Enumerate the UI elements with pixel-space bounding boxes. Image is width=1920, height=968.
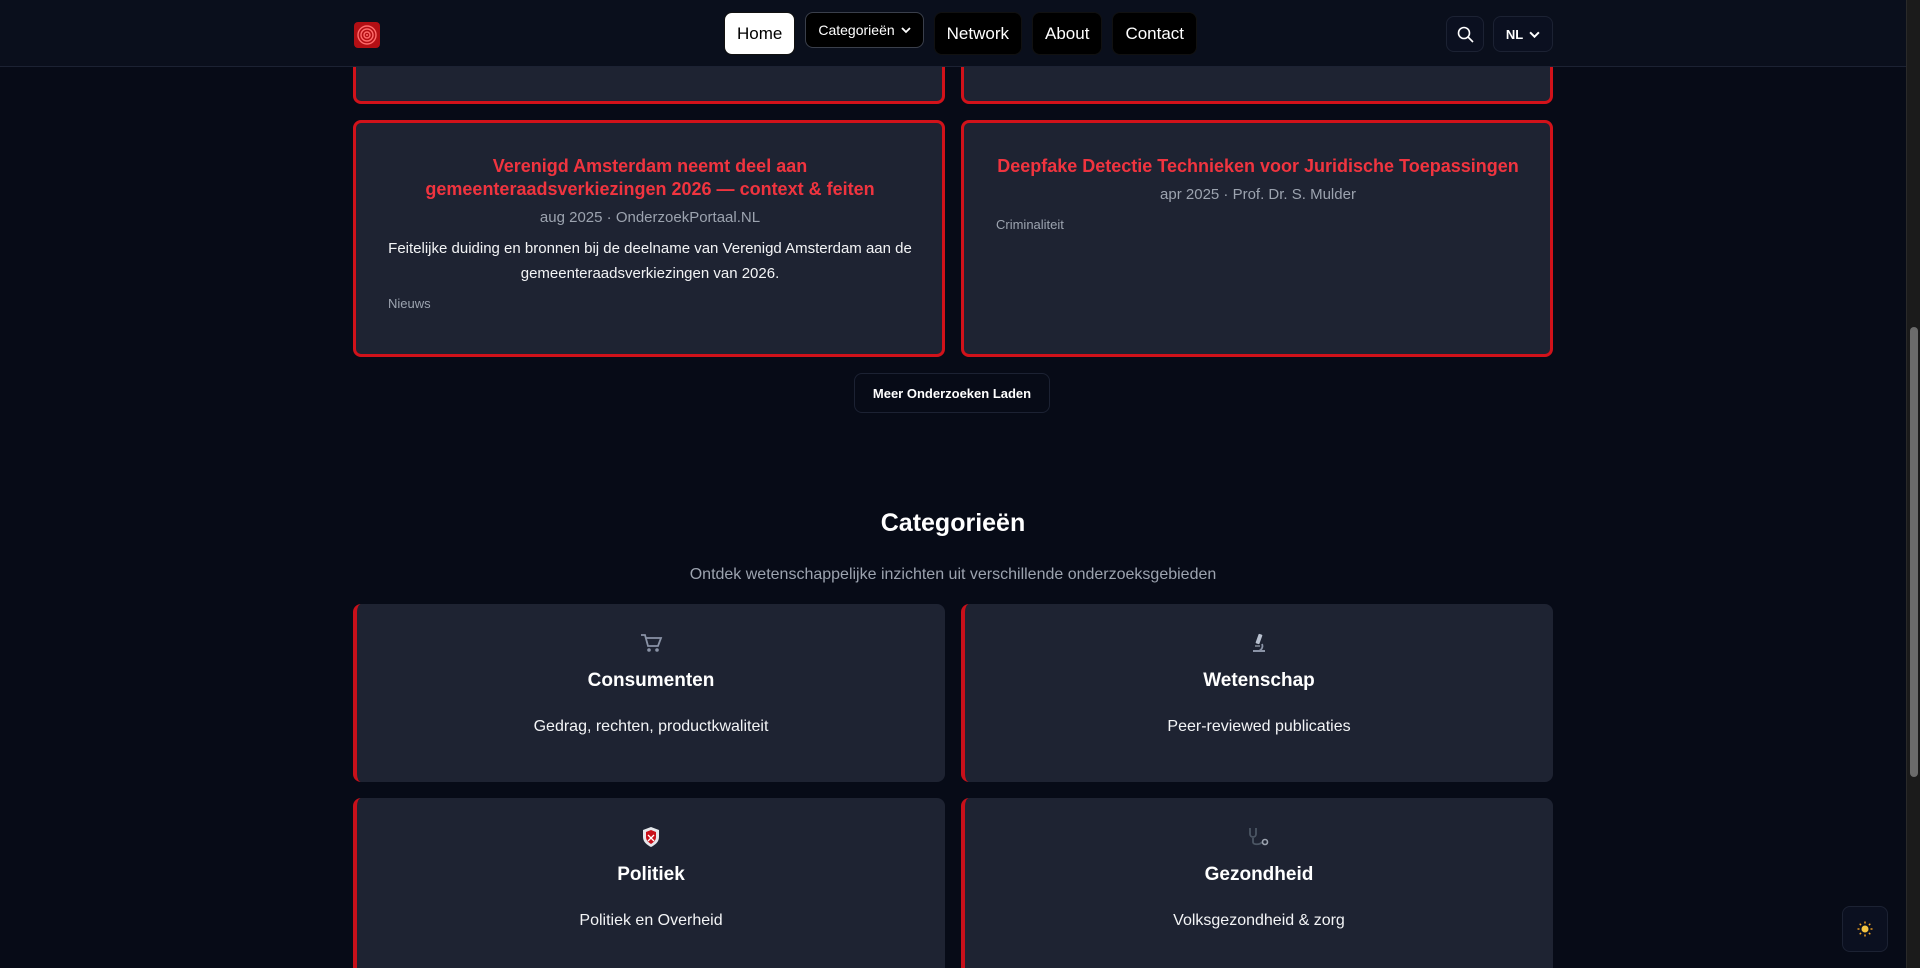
article-description: Feitelijke duiding en bronnen bij de dee…	[388, 240, 912, 282]
nav-categories-dropdown[interactable]: Categorieën	[805, 12, 924, 48]
chevron-down-icon	[901, 27, 911, 34]
load-more-button[interactable]: Meer Onderzoeken Laden	[854, 373, 1050, 413]
nav-network[interactable]: Network	[933, 12, 1022, 55]
category-title: Consumenten	[587, 670, 715, 691]
page-scrollbar[interactable]	[1906, 0, 1920, 968]
language-selector[interactable]: NL	[1493, 16, 1553, 52]
category-card-consumenten[interactable]: Consumenten Gedrag, rechten, productkwal…	[353, 604, 945, 782]
article-card[interactable]: Deepfake Detectie Technieken voor Juridi…	[961, 120, 1553, 357]
cart-icon	[357, 632, 945, 658]
article-meta: apr 2025 · Prof. Dr. S. Mulder	[1160, 186, 1356, 203]
article-title[interactable]: Verenigd Amsterdam neemt deel aan gemeen…	[388, 155, 912, 201]
shield-icon	[357, 826, 945, 852]
article-card[interactable]: Verenigd Amsterdam neemt deel aan gemeen…	[353, 120, 945, 357]
sun-icon	[1857, 921, 1873, 937]
site-header: Home Categorieën Network About Contact N…	[0, 0, 1906, 67]
categories-title: Categorieën	[880, 509, 1026, 537]
categories-subtitle: Ontdek wetenschappelijke inzichten uit v…	[689, 566, 1217, 583]
scrollbar-thumb[interactable]	[1910, 327, 1918, 777]
nav-contact[interactable]: Contact	[1112, 12, 1198, 55]
search-icon	[1457, 26, 1474, 43]
main-nav: Home Categorieën Network About Contact	[724, 12, 1198, 55]
stethoscope-icon	[965, 826, 1553, 852]
nav-home[interactable]: Home	[724, 12, 796, 55]
category-description: Gedrag, rechten, productkwaliteit	[533, 718, 769, 735]
category-card-gezondheid[interactable]: Gezondheid Volksgezondheid & zorg	[961, 798, 1553, 968]
article-title[interactable]: Deepfake Detectie Technieken voor Juridi…	[996, 155, 1520, 178]
category-description: Volksgezondheid & zorg	[1173, 912, 1345, 929]
category-title: Wetenschap	[1203, 670, 1315, 691]
category-title: Politiek	[617, 864, 685, 885]
nav-about[interactable]: About	[1032, 12, 1103, 55]
category-card-politiek[interactable]: Politiek Politiek en Overheid	[353, 798, 945, 968]
article-meta: aug 2025 · OnderzoekPortaal.NL	[539, 209, 761, 226]
category-card-wetenschap[interactable]: Wetenschap Peer-reviewed publicaties	[961, 604, 1553, 782]
theme-toggle-button[interactable]	[1842, 906, 1888, 952]
category-title: Gezondheid	[1204, 864, 1314, 885]
microscope-icon	[965, 632, 1553, 658]
article-tag: Nieuws	[388, 296, 431, 311]
chevron-down-icon	[1529, 31, 1540, 38]
article-tag: Criminaliteit	[996, 217, 1064, 232]
logo-icon	[357, 25, 377, 45]
category-description: Peer-reviewed publicaties	[1167, 718, 1351, 735]
search-button[interactable]	[1446, 16, 1484, 52]
nav-categories-label: Categorieën	[818, 22, 895, 38]
category-description: Politiek en Overheid	[579, 912, 723, 929]
logo[interactable]	[354, 22, 380, 48]
language-label: NL	[1505, 26, 1524, 42]
